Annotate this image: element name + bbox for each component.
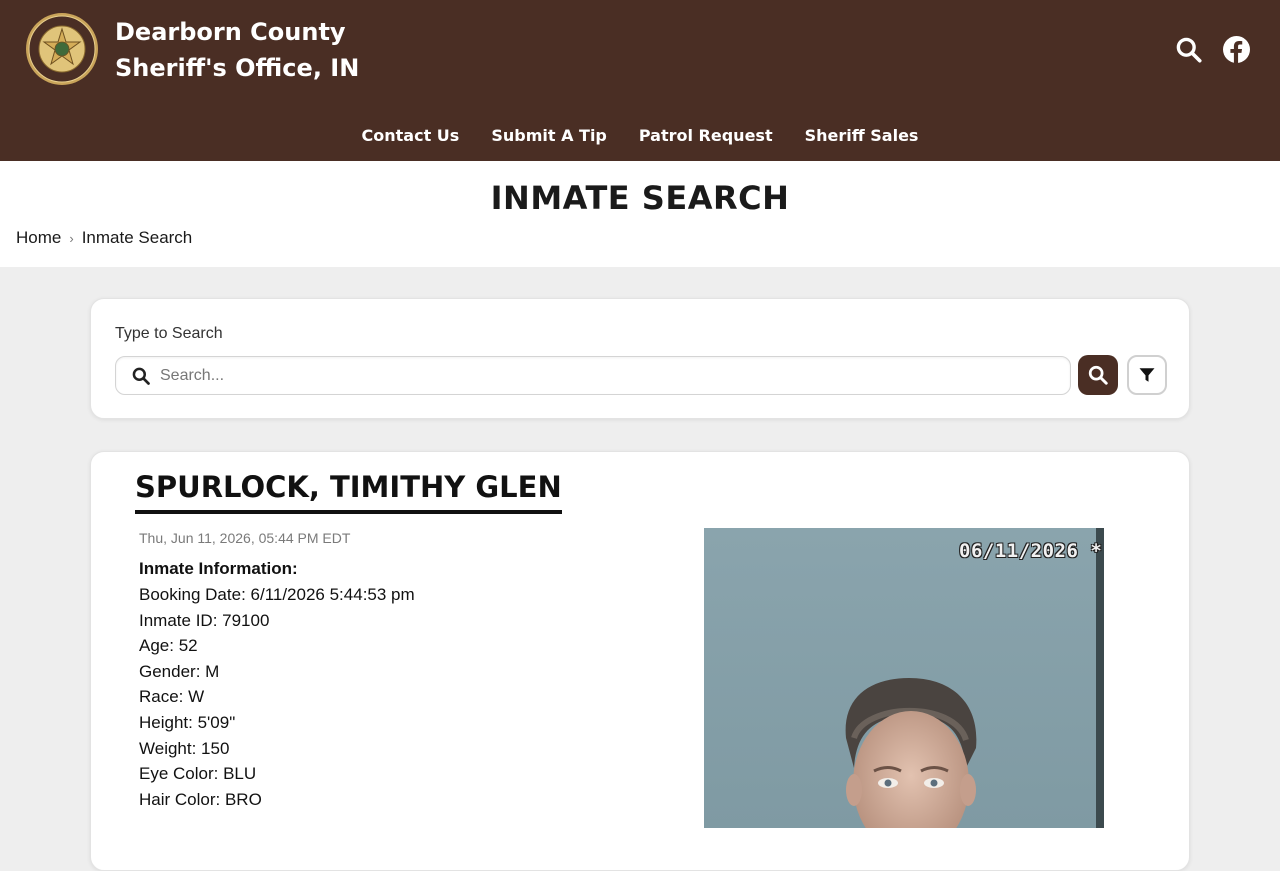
page-title: INMATE SEARCH <box>490 179 790 217</box>
inmate-gender: Gender: M <box>139 661 220 681</box>
inmate-info-heading: Inmate Information: <box>139 559 298 578</box>
inmate-mugshot-photo[interactable]: 06/11/2026 * <box>704 528 1104 828</box>
search-label: Type to Search <box>115 325 223 342</box>
title-band: INMATE SEARCH Home › Inmate Search <box>0 161 1280 267</box>
site-title[interactable]: Dearborn County Sheriff's Office, IN <box>115 14 359 86</box>
nav-sheriff-sales[interactable]: Sheriff Sales <box>805 120 919 152</box>
breadcrumb: Home › Inmate Search <box>16 228 192 248</box>
search-input[interactable] <box>158 361 1048 391</box>
inmate-name[interactable]: SPURLOCK, TIMITHY GLEN <box>135 470 562 514</box>
inmate-info-list: Booking Date: 6/11/2026 5:44:53 pm Inmat… <box>139 582 415 812</box>
posted-timestamp: Thu, Jun 11, 2026, 05:44 PM EDT <box>139 530 351 546</box>
inmate-weight: Weight: 150 <box>139 738 230 758</box>
search-field-icon <box>132 367 150 385</box>
search-button[interactable] <box>1078 355 1118 395</box>
inmate-age: Age: 52 <box>139 636 198 656</box>
mugshot-timestamp: 06/11/2026 * <box>959 540 1103 562</box>
breadcrumb-current: Inmate Search <box>81 228 193 247</box>
inmate-id: Inmate ID: 79100 <box>139 610 270 630</box>
inmate-eye-color: Eye Color: BLU <box>139 764 257 784</box>
mugshot-image <box>704 528 1104 828</box>
breadcrumb-home[interactable]: Home <box>16 228 61 248</box>
booking-date: Booking Date: 6/11/2026 5:44:53 pm <box>139 585 415 604</box>
filter-icon <box>1139 368 1155 382</box>
search-card: Type to Search <box>90 298 1190 419</box>
site-title-line-2: Sheriff's Office, IN <box>115 54 360 82</box>
search-icon[interactable] <box>1174 35 1202 63</box>
inmate-height: Height: 5'09" <box>139 712 236 732</box>
nav-patrol-request[interactable]: Patrol Request <box>639 120 773 152</box>
facebook-icon[interactable] <box>1222 35 1250 63</box>
nav-submit-a-tip[interactable]: Submit A Tip <box>491 120 607 152</box>
main-nav: Contact Us Submit A Tip Patrol Request S… <box>0 120 1280 152</box>
site-header: Dearborn County Sheriff's Office, IN Con… <box>0 0 1280 161</box>
site-title-line-1: Dearborn County <box>115 18 346 46</box>
chevron-right-icon: › <box>69 230 74 246</box>
nav-contact-us[interactable]: Contact Us <box>362 120 460 152</box>
search-field[interactable] <box>115 356 1071 395</box>
search-icon <box>1088 365 1108 385</box>
filter-button[interactable] <box>1127 355 1167 395</box>
sheriff-seal-logo[interactable] <box>25 12 99 86</box>
inmate-card: SPURLOCK, TIMITHY GLEN Thu, Jun 11, 2026… <box>90 451 1190 871</box>
inmate-race: Race: W <box>139 687 205 707</box>
